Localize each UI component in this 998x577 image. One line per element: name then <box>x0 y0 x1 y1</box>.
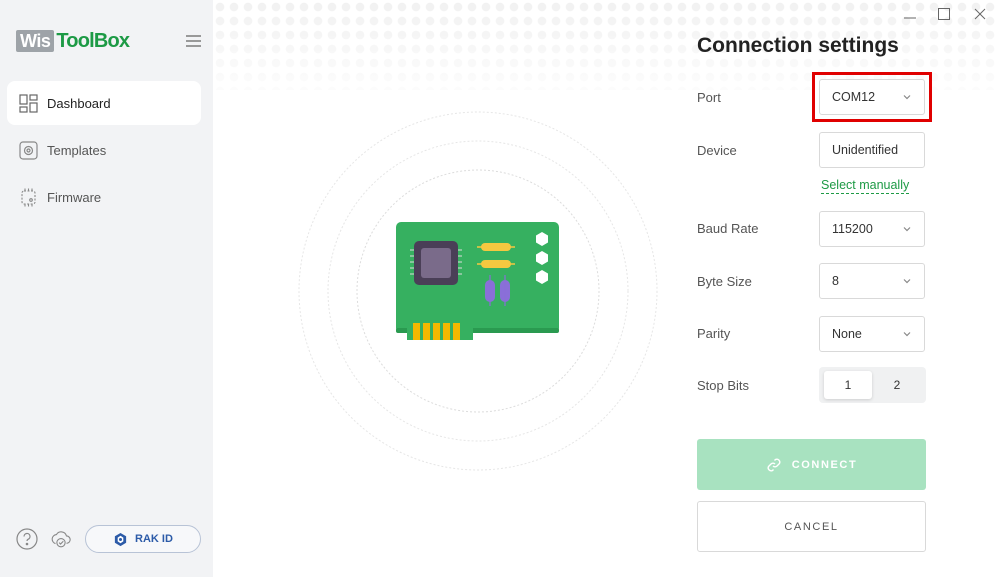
sidebar-item-label: Dashboard <box>47 95 111 111</box>
byte-size-select[interactable]: 8 <box>819 263 925 299</box>
byte-size-label: Byte Size <box>697 274 752 289</box>
sidebar-item-firmware[interactable]: Firmware <box>7 175 201 219</box>
rak-logo-icon <box>114 532 127 546</box>
parity-select[interactable]: None <box>819 316 925 352</box>
link-icon <box>767 458 781 471</box>
baud-rate-select[interactable]: 115200 <box>819 211 925 247</box>
sidebar-item-dashboard[interactable]: Dashboard <box>7 81 201 125</box>
baud-rate-value: 115200 <box>832 222 873 236</box>
logo-text: ToolBox <box>56 29 130 52</box>
menu-hamburger-icon[interactable] <box>186 35 201 47</box>
stop-bits-option-2[interactable]: 2 <box>873 371 921 399</box>
parity-value: None <box>832 327 862 341</box>
parity-label: Parity <box>697 326 731 341</box>
app-logo: Wis ToolBox <box>16 29 130 52</box>
sidebar: Wis ToolBox Dashboard Templates Firmware… <box>0 0 213 577</box>
minimize-icon[interactable] <box>902 6 918 22</box>
sidebar-item-templates[interactable]: Templates <box>7 128 201 172</box>
connect-label: CONNECT <box>791 458 858 471</box>
chevron-down-icon <box>903 332 911 337</box>
port-label: Port <box>697 90 721 105</box>
rak-id-label: RAK ID <box>135 533 173 545</box>
stop-bits-option-1[interactable]: 1 <box>824 371 872 399</box>
maximize-icon[interactable] <box>936 6 952 22</box>
port-highlight-box <box>812 72 932 122</box>
stop-bits-toggle: 1 2 <box>819 367 926 403</box>
sidebar-item-label: Firmware <box>47 189 102 205</box>
sidebar-item-label: Templates <box>47 142 107 158</box>
stop-bits-label: Stop Bits <box>697 378 750 393</box>
byte-size-value: 8 <box>832 274 839 288</box>
close-icon[interactable] <box>972 6 988 22</box>
device-label: Device <box>697 143 737 158</box>
device-field[interactable]: Unidentified <box>819 132 925 168</box>
baud-rate-label: Baud Rate <box>697 221 759 236</box>
logo-box: Wis <box>16 30 55 52</box>
help-question-icon[interactable] <box>16 528 38 550</box>
panel-title: Connection settings <box>697 34 899 57</box>
cancel-label: CANCEL <box>784 520 839 533</box>
templates-icon <box>18 140 38 160</box>
device-value: Unidentified <box>832 143 899 157</box>
sidebar-bottom-bar: RAK ID <box>16 525 201 553</box>
select-manually-link[interactable]: Select manually <box>821 178 910 194</box>
chevron-down-icon <box>903 227 911 232</box>
device-illustration <box>298 111 658 471</box>
rak-id-button[interactable]: RAK ID <box>85 525 201 553</box>
cloud-sync-icon[interactable] <box>50 528 72 550</box>
circuit-board-icon <box>396 222 559 340</box>
dashboard-icon <box>18 93 38 113</box>
chevron-down-icon <box>903 279 911 284</box>
firmware-chip-icon <box>18 187 38 207</box>
connect-button[interactable]: CONNECT <box>697 439 926 490</box>
cancel-button[interactable]: CANCEL <box>697 501 926 552</box>
